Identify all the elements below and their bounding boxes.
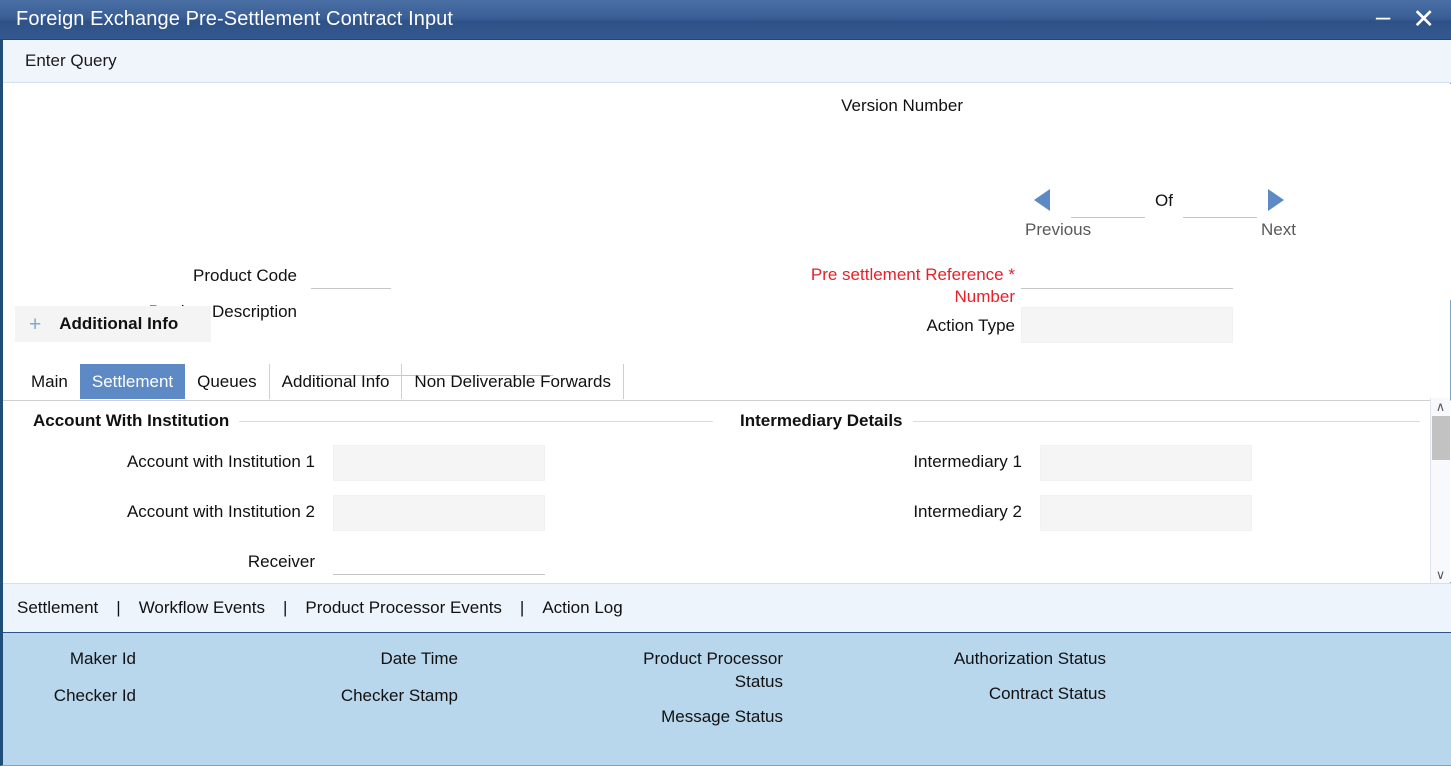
application-window: Foreign Exchange Pre-Settlement Contract… [0, 0, 1451, 766]
footer-column-authorization: Authorization Status Contract Status [943, 647, 1106, 705]
link-separator: | [519, 598, 525, 617]
version-total-input[interactable] [1183, 194, 1257, 218]
account-with-institution-section: Account With Institution Account with In… [33, 411, 713, 575]
intermediary-2-input[interactable] [1040, 495, 1252, 531]
field-row: Intermediary 1 [740, 445, 1420, 481]
account-with-institution-1-input[interactable] [333, 445, 545, 481]
header-form-area: Version Number Of Previous Next Product … [3, 84, 1451, 376]
settlement-tab-panel: Account With Institution Account with In… [3, 400, 1451, 582]
title-bar: Foreign Exchange Pre-Settlement Contract… [0, 0, 1451, 40]
minimize-icon[interactable]: – [1376, 3, 1390, 29]
tab-queues[interactable]: Queues [185, 364, 270, 399]
checker-id-label: Checker Id [53, 686, 136, 705]
message-status-label: Message Status [661, 707, 783, 726]
section-rule [912, 420, 1420, 422]
status-footer: Maker Id Checker Id Date Time Checker St… [3, 632, 1451, 765]
tab-settlement[interactable]: Settlement [79, 364, 186, 399]
chevron-up-icon[interactable]: ∧ [1431, 398, 1451, 416]
chevron-down-icon[interactable]: ∨ [1431, 566, 1451, 584]
link-settlement[interactable]: Settlement [17, 598, 98, 618]
tab-bar: Main Settlement Queues Additional Info N… [27, 364, 699, 400]
required-asterisk-icon: * [1008, 265, 1015, 284]
checker-stamp-label: Checker Stamp [340, 686, 458, 705]
field-row: Account with Institution 1 [33, 445, 713, 481]
plus-icon: + [29, 312, 42, 336]
link-action-log[interactable]: Action Log [542, 598, 622, 618]
field-row: Receiver [33, 545, 713, 575]
version-current-input[interactable] [1071, 194, 1145, 218]
action-type-label: Action Type [926, 316, 1015, 335]
version-number-label: Version Number [841, 96, 963, 115]
date-time-label: Date Time [380, 649, 458, 668]
section-rule [239, 420, 713, 422]
account-with-institution-2-input[interactable] [333, 495, 545, 531]
next-button[interactable]: Next [1261, 220, 1296, 240]
scrollbar-track[interactable] [1431, 416, 1451, 566]
authorization-status-label: Authorization Status [953, 649, 1106, 668]
intermediary-details-title: Intermediary Details [740, 411, 903, 430]
intermediary-details-heading: Intermediary Details [740, 411, 1420, 431]
vertical-scrollbar[interactable]: ∧ ∨ [1430, 398, 1450, 584]
presettlement-reference-number-input[interactable] [1021, 265, 1233, 289]
footer-column-maker: Maker Id Checker Id [3, 647, 136, 707]
bottom-link-bar: Settlement | Workflow Events | Product P… [3, 583, 1451, 632]
tab-non-deliverable-forwards[interactable]: Non Deliverable Forwards [402, 364, 624, 399]
window-title: Foreign Exchange Pre-Settlement Contract… [16, 8, 454, 30]
previous-button[interactable]: Previous [1025, 220, 1091, 240]
tab-additional-info[interactable]: Additional Info [270, 364, 403, 399]
close-icon[interactable]: ✕ [1412, 6, 1435, 33]
account-with-institution-heading: Account With Institution [33, 411, 713, 431]
presettlement-reference-label-line1: Pre settlement Reference [810, 265, 1004, 284]
presettlement-reference-label-line2: Number [954, 287, 1015, 306]
enter-query-button[interactable]: Enter Query [19, 49, 123, 73]
intermediary-details-section: Intermediary Details Intermediary 1 Inte… [740, 411, 1420, 531]
maker-id-label: Maker Id [69, 649, 136, 668]
triangle-right-icon[interactable] [1268, 189, 1284, 211]
tab-main[interactable]: Main [27, 364, 80, 399]
intermediary-2-label: Intermediary 2 [913, 502, 1022, 521]
account-with-institution-2-label: Account with Institution 2 [126, 502, 315, 521]
contract-status-label: Contract Status [988, 684, 1106, 703]
account-with-institution-1-label: Account with Institution 1 [126, 452, 315, 471]
product-processor-status-label: Product Processor Status [643, 649, 783, 691]
product-code-label: Product Code [193, 266, 297, 285]
scrollbar-thumb[interactable] [1431, 416, 1450, 460]
footer-column-datetime: Date Time Checker Stamp [293, 647, 458, 707]
link-separator: | [282, 598, 288, 617]
action-type-input[interactable] [1021, 307, 1233, 343]
additional-info-accordion-label: Additional Info [59, 314, 179, 333]
receiver-label: Receiver [247, 552, 315, 571]
field-row: Intermediary 2 [740, 495, 1420, 531]
account-with-institution-title: Account With Institution [33, 411, 230, 430]
footer-column-product-processor: Product Processor Status Message Status [623, 647, 783, 728]
triangle-left-icon[interactable] [1034, 189, 1050, 211]
intermediary-1-label: Intermediary 1 [913, 452, 1022, 471]
window-controls: – ✕ [1376, 3, 1435, 33]
additional-info-accordion[interactable]: + Additional Info [15, 306, 211, 342]
link-workflow-events[interactable]: Workflow Events [139, 598, 265, 618]
query-toolbar: Enter Query [3, 40, 1451, 83]
product-code-input[interactable] [311, 265, 391, 289]
link-separator: | [116, 598, 121, 617]
intermediary-1-input[interactable] [1040, 445, 1252, 481]
field-row: Account with Institution 2 [33, 495, 713, 531]
version-of-label: Of [1155, 191, 1173, 210]
link-product-processor-events[interactable]: Product Processor Events [305, 598, 502, 618]
receiver-input[interactable] [333, 545, 545, 575]
presettlement-reference-number-label: Pre settlement Reference * Number [703, 264, 1015, 308]
